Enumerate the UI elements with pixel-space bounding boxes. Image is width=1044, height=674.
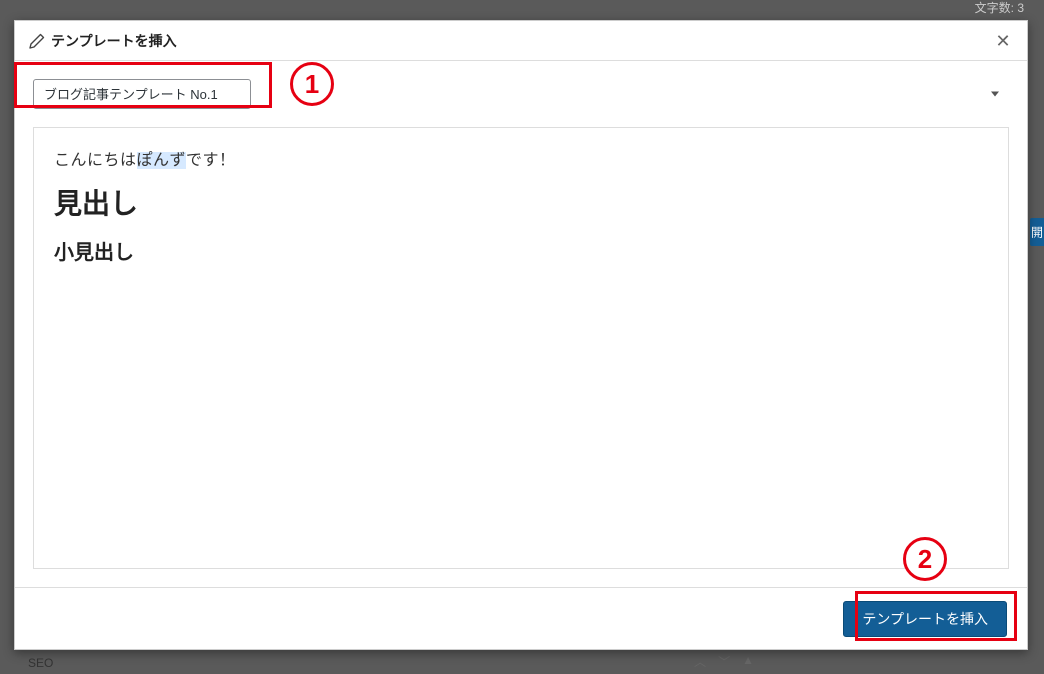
preview-subheading: 小見出し (54, 236, 988, 265)
modal-footer: テンプレートを挿入 2 (15, 587, 1027, 649)
pencil-icon (29, 33, 45, 49)
background-side-tab[interactable]: 開 (1030, 218, 1044, 246)
modal-body: ブログ記事テンプレート No.1 こんにちはぽんずです！ 見出し 小見出し (15, 61, 1027, 587)
background-toolbar: 文字数: 3 (0, 0, 1044, 20)
preview-intro-suffix: です！ (186, 152, 236, 169)
char-count-label: 文字数: 3 (975, 1, 1024, 15)
modal-title: テンプレートを挿入 (51, 31, 177, 51)
background-seo-meta: SEO (28, 656, 53, 670)
chevron-top-icon[interactable]: ▲ (742, 653, 754, 670)
background-arrows: ︿ ﹀ ▲ (694, 653, 754, 670)
template-preview: こんにちはぽんずです！ 見出し 小見出し (33, 127, 1009, 569)
preview-intro-highlight: ぽんず (137, 152, 187, 169)
template-select[interactable]: ブログ記事テンプレート No.1 (33, 79, 251, 109)
close-button[interactable]: ✕ (991, 29, 1015, 53)
preview-intro-prefix: こんにちは (54, 152, 137, 169)
preview-heading: 見出し (54, 182, 988, 222)
modal-header: テンプレートを挿入 ✕ (15, 21, 1027, 61)
chevron-up-icon[interactable]: ︿ (694, 653, 706, 670)
template-select-wrap: ブログ記事テンプレート No.1 (33, 79, 1009, 109)
chevron-down-icon[interactable]: ﹀ (718, 653, 730, 670)
close-icon: ✕ (995, 31, 1010, 52)
insert-template-button[interactable]: テンプレートを挿入 (843, 601, 1007, 637)
preview-intro: こんにちはぽんずです！ (54, 146, 988, 170)
insert-template-modal: テンプレートを挿入 ✕ ブログ記事テンプレート No.1 こんにちはぽんずです！… (14, 20, 1028, 650)
